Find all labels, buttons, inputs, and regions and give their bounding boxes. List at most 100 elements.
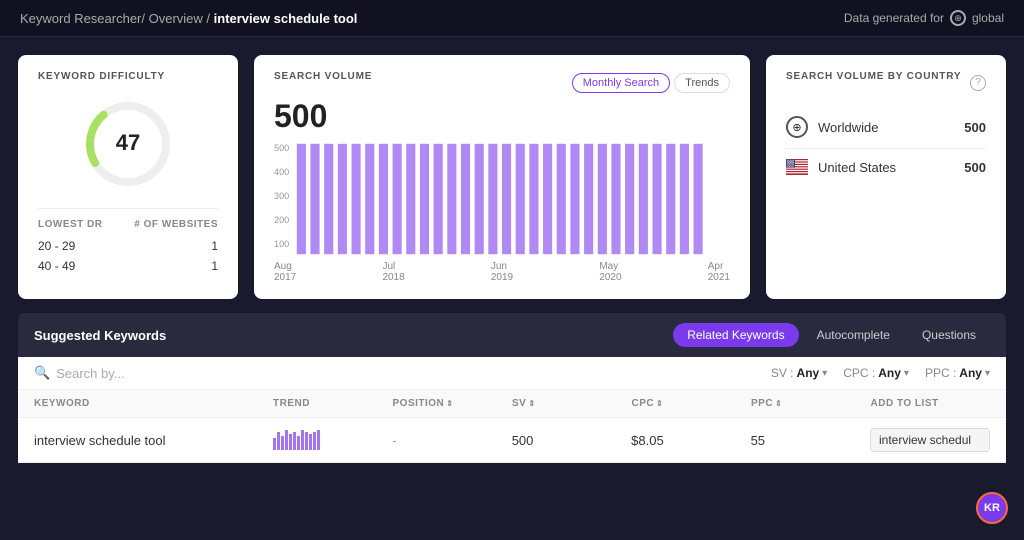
chart-bars: [297, 144, 703, 254]
td-ppc: 55: [751, 433, 870, 448]
filters: SV : Any ▾ CPC : Any ▾ PPC : Any ▾: [771, 366, 990, 380]
svg-text:400: 400: [274, 167, 289, 177]
sort-icon-sv: ⇕: [528, 399, 535, 408]
cpc-filter[interactable]: CPC : Any ▾: [843, 366, 909, 380]
sv-title: SEARCH VOLUME: [274, 71, 372, 82]
sort-icon-cpc: ⇕: [656, 399, 663, 408]
breadcrumb-prefix: Keyword Researcher/ Overview /: [20, 11, 210, 26]
mini-bar-6: [293, 432, 296, 450]
bottom-section: Suggested Keywords Related Keywords Auto…: [0, 313, 1024, 463]
sort-icon-ppc: ⇕: [775, 399, 782, 408]
websites-label: # OF WEBSITES: [134, 219, 218, 230]
search-placeholder[interactable]: Search by...: [56, 366, 124, 381]
sv-tab-trends[interactable]: Trends: [674, 73, 730, 93]
lowest-dr-label: LOWEST DR: [38, 219, 103, 230]
th-add-to-list: ADD TO LIST: [871, 398, 991, 409]
search-icon: 🔍: [34, 365, 50, 381]
dr-table-header: LOWEST DR # OF WEBSITES: [38, 219, 218, 230]
dr-count-1: 1: [211, 239, 218, 253]
sk-tab-related[interactable]: Related Keywords: [673, 323, 798, 347]
cards-area: KEYWORD DIFFICULTY 47 LOWEST DR # OF WEB…: [0, 37, 1024, 313]
table-row: interview schedule tool -: [18, 418, 1006, 463]
region-label: global: [972, 11, 1004, 25]
keyword-difficulty-card: KEYWORD DIFFICULTY 47 LOWEST DR # OF WEB…: [18, 55, 238, 299]
chart-label-2: Jul2018: [382, 261, 404, 283]
gauge-svg: 47: [78, 94, 178, 194]
search-box: 🔍 Search by...: [34, 365, 125, 381]
td-keyword: interview schedule tool: [34, 433, 273, 448]
dr-table: LOWEST DR # OF WEBSITES 20 - 29 1 40 - 4…: [38, 208, 218, 276]
country-row-us: United States 500: [786, 149, 986, 185]
dr-range-1: 20 - 29: [38, 239, 75, 253]
country-value-worldwide: 500: [964, 120, 986, 135]
country-name-worldwide: Worldwide: [818, 120, 878, 135]
chart-labels: Aug2017 Jul2018 Jun2019 May2020 Apr2021: [274, 261, 730, 283]
header: Keyword Researcher/ Overview / interview…: [0, 0, 1024, 37]
mini-bar-10: [309, 434, 312, 450]
mini-bar-5: [289, 434, 292, 450]
cpc-filter-value: Any: [878, 366, 901, 380]
svg-text:200: 200: [274, 215, 289, 225]
mini-bars: [273, 430, 392, 450]
svg-text:500: 500: [274, 143, 289, 153]
gauge-value: 47: [116, 130, 140, 155]
data-generated-label: Data generated for: [844, 11, 944, 25]
add-to-list-input[interactable]: interview schedul: [870, 428, 990, 452]
sv-filter-label: SV :: [771, 366, 794, 380]
td-trend: [273, 430, 392, 450]
mini-bar-11: [313, 432, 316, 450]
th-sv: SV ⇕: [512, 398, 632, 409]
country-row-worldwide: ⊕ Worldwide 500: [786, 106, 986, 149]
cpc-chevron-icon: ▾: [904, 368, 909, 379]
svg-text:300: 300: [274, 191, 289, 201]
question-icon[interactable]: ?: [970, 75, 986, 91]
chart-label-5: Apr2021: [708, 261, 730, 283]
td-sv: 500: [512, 433, 631, 448]
dr-count-2: 1: [211, 259, 218, 273]
mini-bar-8: [301, 430, 304, 450]
suggested-keywords-title: Suggested Keywords: [34, 328, 166, 343]
globe-icon: ⊕: [950, 10, 966, 26]
breadcrumb: Keyword Researcher/ Overview / interview…: [20, 11, 357, 26]
td-position: -: [392, 433, 511, 448]
th-position: POSITION ⇕: [393, 398, 513, 409]
sk-tab-autocomplete[interactable]: Autocomplete: [803, 323, 904, 347]
country-header: SEARCH VOLUME BY COUNTRY ?: [786, 71, 986, 94]
ppc-chevron-icon: ▾: [985, 368, 990, 379]
search-volume-card: SEARCH VOLUME Monthly Search Trends 500 …: [254, 55, 750, 299]
sv-chevron-icon: ▾: [822, 368, 827, 379]
sv-filter[interactable]: SV : Any ▾: [771, 366, 827, 380]
country-name-us: United States: [818, 160, 896, 175]
sv-tab-monthly[interactable]: Monthly Search: [572, 73, 670, 93]
country-card: SEARCH VOLUME BY COUNTRY ? ⊕ Worldwide 5…: [766, 55, 1006, 299]
suggested-keywords-header: Suggested Keywords Related Keywords Auto…: [18, 313, 1006, 357]
dr-row-2: 40 - 49 1: [38, 256, 218, 276]
gauge-container: 47: [38, 94, 218, 194]
chart-label-1: Aug2017: [274, 261, 296, 283]
td-add-to-list: interview schedul: [870, 428, 990, 452]
mini-bar-7: [297, 436, 300, 450]
dr-row-1: 20 - 29 1: [38, 236, 218, 256]
sv-header: SEARCH VOLUME Monthly Search Trends: [274, 71, 730, 94]
mini-bar-9: [305, 432, 308, 450]
ppc-filter[interactable]: PPC : Any ▾: [925, 366, 990, 380]
td-cpc: $8.05: [631, 433, 750, 448]
chart-label-4: May2020: [599, 261, 621, 283]
data-generated: Data generated for ⊕ global: [844, 10, 1004, 26]
country-info-worldwide: ⊕ Worldwide: [786, 116, 878, 138]
svg-text:100: 100: [274, 239, 289, 249]
th-trend: TREND: [273, 398, 393, 409]
ppc-filter-value: Any: [959, 366, 982, 380]
worldwide-globe-icon: ⊕: [786, 116, 808, 138]
sv-tabs: Monthly Search Trends: [572, 73, 730, 93]
sk-tab-questions[interactable]: Questions: [908, 323, 990, 347]
mini-bar-1: [273, 438, 276, 450]
filter-bar: 🔍 Search by... SV : Any ▾ CPC : Any ▾ PP…: [18, 357, 1006, 389]
chart-svg: 500 400 300 200 100: [274, 139, 730, 259]
keywords-table: KEYWORD TREND POSITION ⇕ SV ⇕ CPC ⇕ PPC …: [18, 389, 1006, 463]
cpc-filter-label: CPC :: [843, 366, 875, 380]
mini-bar-2: [277, 432, 280, 450]
avatar[interactable]: KR: [976, 492, 1008, 524]
sv-filter-value: Any: [797, 366, 820, 380]
ppc-filter-label: PPC :: [925, 366, 956, 380]
